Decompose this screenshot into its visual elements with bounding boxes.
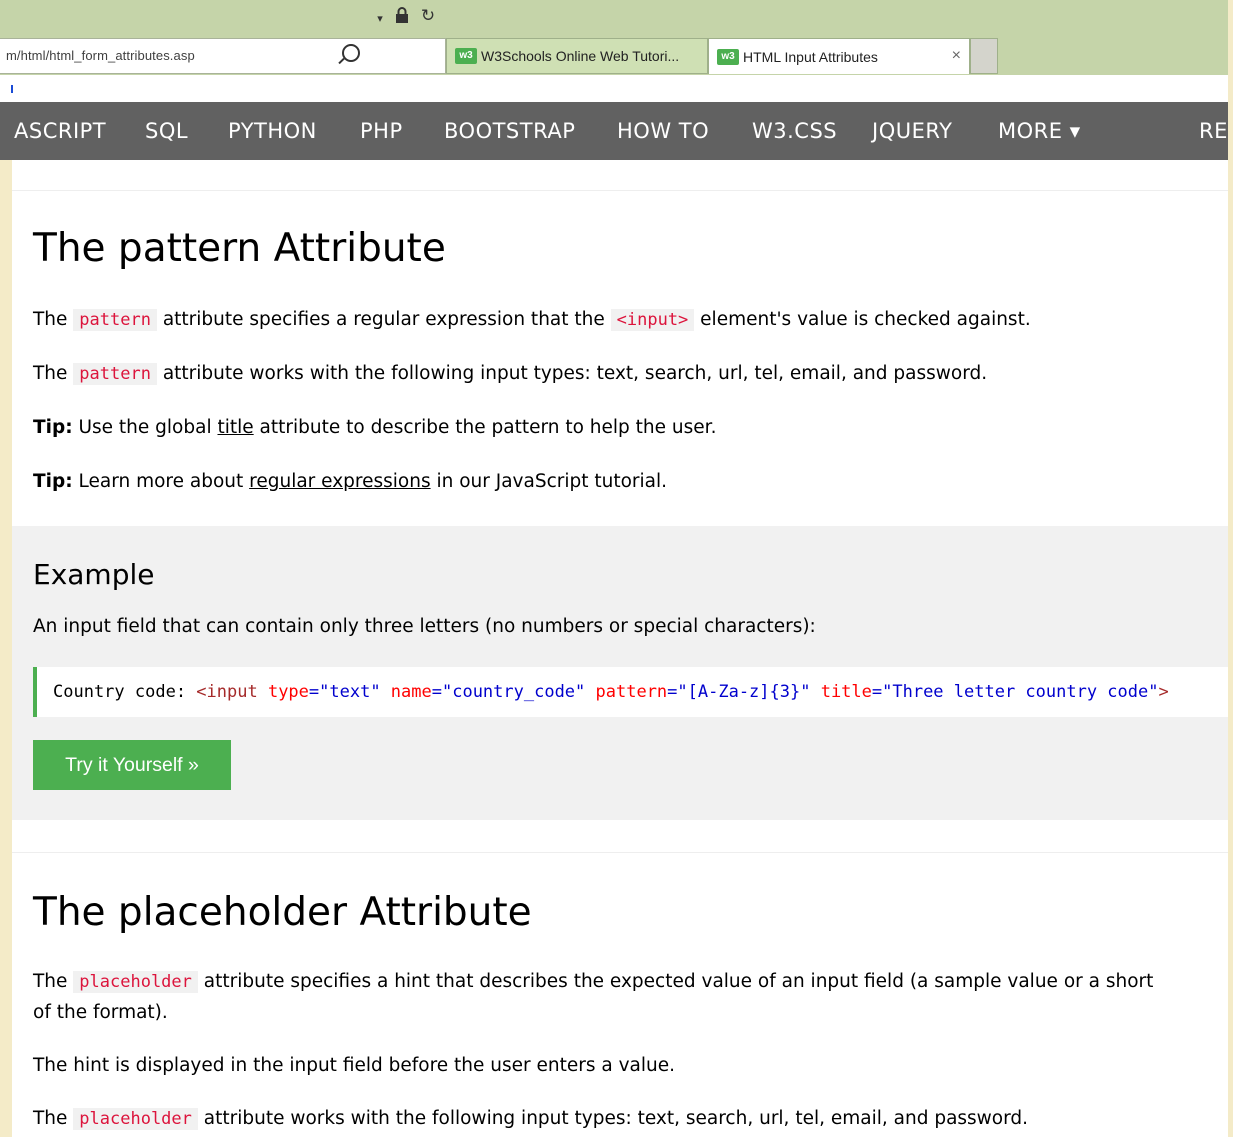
tab-w3schools-home[interactable]: w3 W3Schools Online Web Tutori... (446, 38, 708, 74)
code-example: Country code: <input type="text" name="c… (33, 667, 1228, 717)
nav-item-php[interactable]: PHP (360, 102, 403, 160)
top-navigation: ASCRIPT SQL PYTHON PHP BOOTSTRAP HOW TO … (0, 102, 1228, 160)
code-placeholder: placeholder (73, 971, 198, 993)
placeholder-heading: The placeholder Attribute (33, 890, 532, 935)
lock-icon[interactable] (392, 6, 412, 29)
pattern-paragraph-1: The pattern attribute specifies a regula… (33, 309, 1031, 331)
example-heading: Example (33, 558, 155, 591)
nav-item-javascript[interactable]: ASCRIPT (14, 102, 106, 160)
tab-label: HTML Input Attributes (743, 48, 878, 65)
refresh-icon[interactable]: ↻ (418, 6, 438, 26)
example-description: An input field that can contain only thr… (33, 616, 816, 637)
nav-item-w3css[interactable]: W3.CSS (752, 102, 837, 160)
code-pattern: pattern (73, 309, 157, 331)
nav-item-references[interactable]: RE (1199, 102, 1228, 160)
tip-title-attribute: Tip: Use the global title attribute to d… (33, 417, 717, 438)
nav-item-bootstrap[interactable]: BOOTSTRAP (444, 102, 575, 160)
placeholder-paragraph-1-cont: of the format). (33, 1002, 168, 1023)
nav-item-sql[interactable]: SQL (145, 102, 188, 160)
pattern-heading: The pattern Attribute (33, 226, 446, 271)
w3schools-favicon-icon: w3 (717, 48, 739, 65)
tip-regular-expressions: Tip: Learn more about regular expression… (33, 471, 668, 492)
w3schools-favicon-icon: w3 (455, 48, 477, 64)
regular-expressions-link[interactable]: regular expressions (249, 471, 430, 492)
close-icon[interactable]: × (952, 47, 961, 65)
divider (12, 852, 1228, 853)
code-pattern: pattern (73, 363, 157, 385)
new-tab-button[interactable] (970, 38, 998, 74)
address-bar[interactable]: m/html/html_form_attributes.asp (0, 38, 446, 74)
main-content: The pattern Attribute The pattern attrib… (12, 160, 1228, 1137)
nav-item-python[interactable]: PYTHON (228, 102, 317, 160)
code-input: <input> (610, 309, 695, 331)
placeholder-paragraph-3: The placeholder attribute works with the… (33, 1108, 1029, 1130)
dropdown-icon[interactable]: ▾ (370, 12, 390, 25)
title-link[interactable]: title (217, 417, 253, 438)
placeholder-paragraph-1: The placeholder attribute specifies a hi… (33, 971, 1154, 993)
placeholder-paragraph-2: The hint is displayed in the input field… (33, 1055, 676, 1076)
favorites-bar (0, 75, 1228, 102)
tab-html-input-attributes[interactable]: w3 HTML Input Attributes × (708, 38, 970, 74)
try-it-yourself-button[interactable]: Try it Yourself » (33, 740, 231, 790)
search-icon[interactable] (342, 44, 360, 62)
nav-item-more[interactable]: MORE ▾ (998, 102, 1081, 160)
nav-item-how-to[interactable]: HOW TO (617, 102, 709, 160)
tab-label: W3Schools Online Web Tutori... (481, 48, 680, 64)
example-box: Example An input field that can contain … (12, 526, 1228, 820)
divider (12, 190, 1228, 191)
address-text[interactable]: m/html/html_form_attributes.asp (6, 48, 195, 63)
pattern-paragraph-2: The pattern attribute works with the fol… (33, 363, 988, 385)
code-placeholder: placeholder (73, 1108, 198, 1130)
favorites-marker (11, 85, 13, 93)
nav-item-jquery[interactable]: JQUERY (872, 102, 952, 160)
